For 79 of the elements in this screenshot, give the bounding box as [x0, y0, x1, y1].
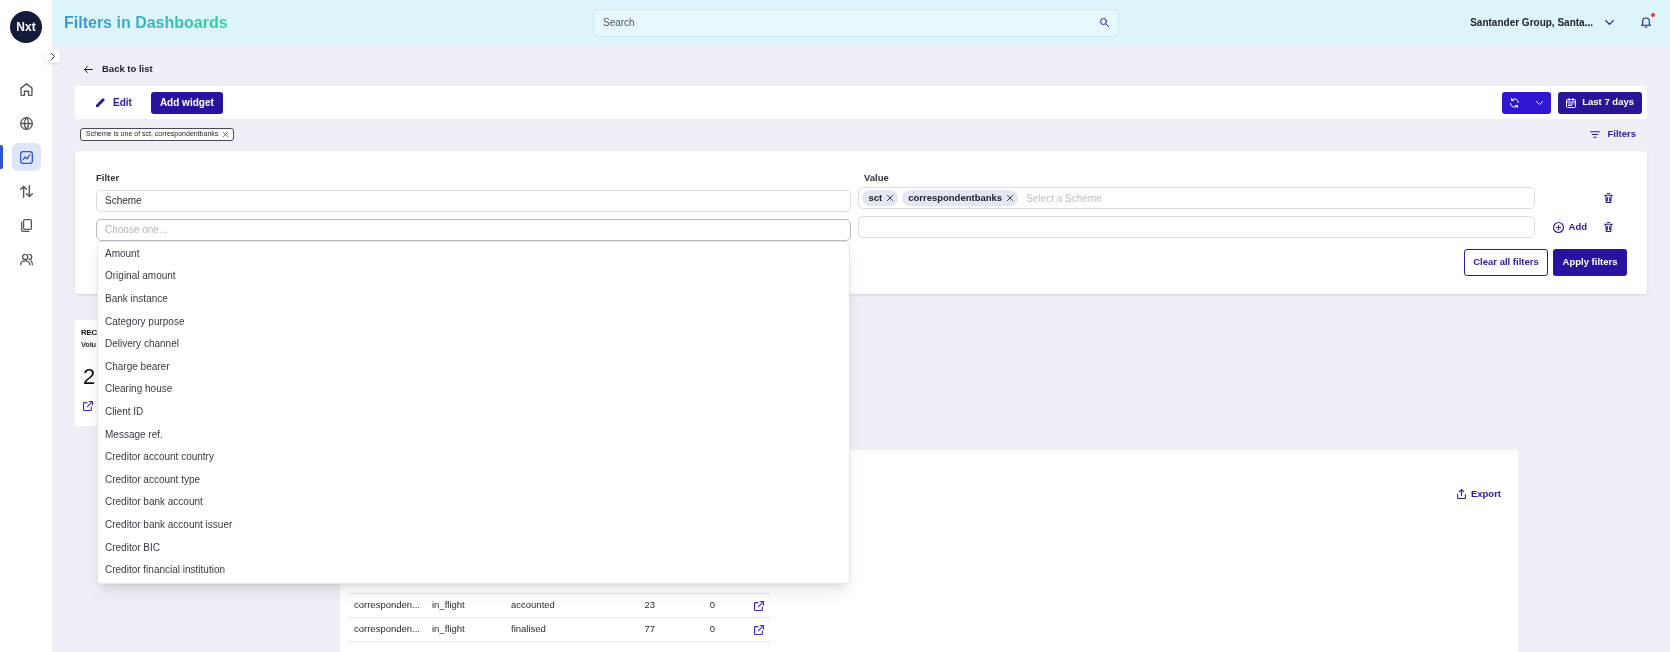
trash-icon[interactable]: [1604, 222, 1613, 232]
value-field[interactable]: sct correspondentbanks Select a Scheme: [858, 187, 1535, 209]
value-input[interactable]: Select a Scheme: [1026, 190, 1526, 206]
dropdown-option[interactable]: Creditor financial institution: [98, 558, 850, 581]
chevron-down-icon: [1536, 100, 1544, 105]
arrow-left-icon: [84, 65, 93, 73]
home-icon: [19, 82, 33, 96]
edit-button[interactable]: Edit: [96, 95, 132, 110]
globe-icon: [19, 116, 33, 130]
page-title: Filters in Dashboards: [64, 13, 228, 31]
dropdown-option[interactable]: Creditor account country: [98, 445, 850, 468]
table-cell-text: in_flight: [432, 622, 466, 637]
close-icon: [1007, 195, 1014, 201]
kpi-value: 2: [83, 365, 96, 389]
table-cell-text: accounted: [511, 598, 556, 613]
external-link-icon[interactable]: [754, 600, 764, 611]
refresh-button[interactable]: [1502, 91, 1552, 114]
table-cell-text: corresponden...: [353, 598, 421, 613]
dropdown-option[interactable]: Client ID: [98, 400, 850, 423]
add-widget-button[interactable]: Add widget: [150, 91, 223, 114]
search-icon[interactable]: [1100, 18, 1109, 27]
chevron-down-icon: [1605, 20, 1614, 25]
chart-icon: [19, 150, 33, 164]
close-icon: [887, 195, 894, 201]
search-field[interactable]: Search: [593, 8, 1119, 37]
organization-selector[interactable]: Santander Group, Santa...: [1470, 15, 1614, 30]
dropdown-option[interactable]: Original amount: [98, 264, 850, 288]
documents-icon: [19, 218, 33, 232]
filter-field[interactable]: Choose one...: [96, 218, 852, 241]
users-icon: [19, 252, 33, 266]
export-icon: [1456, 489, 1466, 499]
value-tag[interactable]: sct: [862, 190, 899, 206]
table-cell-text: finalised: [511, 622, 547, 637]
sidebar-item[interactable]: [11, 143, 41, 171]
dropdown-option[interactable]: Category purpose: [98, 309, 850, 333]
dropdown-option[interactable]: Charge bearer: [98, 354, 850, 378]
trash-icon[interactable]: [1604, 193, 1613, 203]
collapse-button[interactable]: [45, 50, 60, 63]
back-link[interactable]: Back to list: [84, 62, 153, 76]
date-range-button[interactable]: Last 7 days: [1558, 91, 1642, 114]
dropdown-option[interactable]: Creditor BIC: [98, 535, 850, 559]
value-field[interactable]: [858, 216, 1535, 238]
filter-field[interactable]: Scheme: [96, 189, 852, 212]
dropdown-option[interactable]: Creditor bank account: [98, 490, 850, 514]
refresh-icon: [1510, 97, 1520, 108]
table-cell-text: 23: [643, 598, 655, 613]
table-cell-text: 0: [708, 598, 715, 613]
add-filter-button[interactable]: Add: [1552, 219, 1587, 235]
filters-toggle[interactable]: Filters: [1590, 127, 1636, 142]
close-icon: [223, 132, 229, 137]
dropdown-option[interactable]: Creditor account type: [98, 467, 850, 491]
dropdown-option[interactable]: Amount: [98, 242, 850, 265]
value-tag[interactable]: correspondentbanks: [902, 190, 1019, 206]
filter-icon: [1590, 131, 1601, 138]
apply-filters-button[interactable]: Apply filters: [1553, 249, 1627, 276]
bell-icon[interactable]: [1641, 17, 1651, 28]
field-label: Filter: [96, 171, 120, 183]
up-down-arrows-icon: [19, 184, 33, 198]
kpi-title: REC: [81, 328, 97, 338]
table-cell-text: corresponden...: [353, 622, 421, 637]
export-button[interactable]: Export: [1456, 486, 1501, 502]
dropdown-option[interactable]: Creditor bank account issuer: [98, 513, 850, 536]
table-cell-text: in_flight: [432, 598, 466, 613]
table-cell-text: 77: [643, 622, 655, 637]
dropdown-option[interactable]: Message ref.: [98, 422, 850, 446]
external-link-icon[interactable]: [83, 401, 93, 411]
external-link-icon[interactable]: [754, 624, 764, 635]
clear-filters-button[interactable]: Clear all filters: [1464, 249, 1548, 276]
dropdown-option[interactable]: Clearing house: [98, 377, 850, 401]
active-indicator: [0, 145, 3, 169]
logo: Nxt: [10, 11, 42, 43]
plus-circle-icon: [1552, 221, 1564, 233]
chevron-right-icon: [50, 53, 55, 60]
dropdown-option[interactable]: Delivery channel: [98, 332, 850, 355]
table-cell-text: 0: [708, 622, 715, 637]
field-label: Value: [864, 171, 889, 183]
calendar-icon: [1566, 97, 1577, 108]
pencil-icon: [96, 98, 105, 107]
dropdown-option[interactable]: Bank instance: [98, 287, 850, 310]
